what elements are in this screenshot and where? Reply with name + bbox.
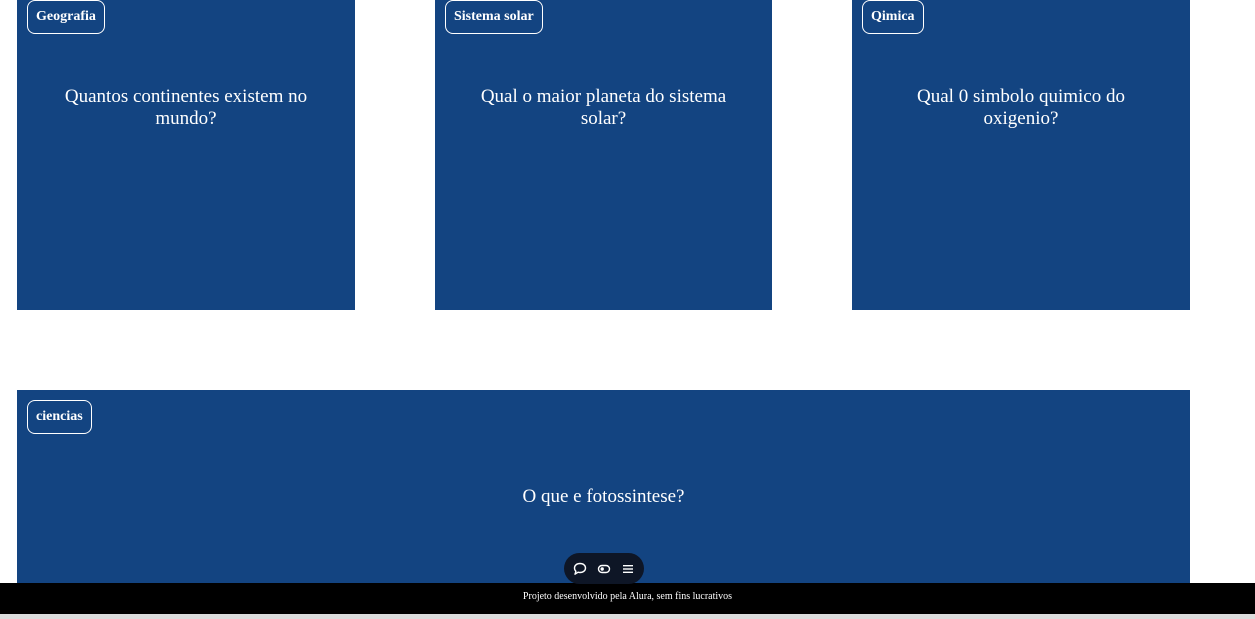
flashcard-qimica[interactable]: Qimica Qual 0 simbolo quimico do oxigeni…	[852, 0, 1190, 310]
category-tag: ciencias	[27, 400, 92, 434]
card-question: Quantos continentes existem no mundo?	[64, 86, 308, 129]
card-question: O que e fotossintese?	[522, 486, 685, 507]
menu-button[interactable]	[620, 561, 636, 577]
menu-icon	[623, 564, 633, 573]
floating-toolbar	[564, 553, 644, 584]
category-tag: Geografia	[27, 0, 105, 34]
toggle-button[interactable]	[596, 561, 612, 577]
bottom-strip	[0, 614, 1255, 619]
card-question: Qual o maior planeta do sistema solar?	[480, 86, 727, 129]
toggle-icon	[597, 564, 611, 573]
footer-text: Projeto desenvolvido pela Alura, sem fin…	[522, 591, 733, 602]
category-tag: Sistema solar	[445, 0, 543, 34]
page-footer: Projeto desenvolvido pela Alura, sem fin…	[0, 583, 1255, 614]
flashcard-geografia[interactable]: Geografia Quantos continentes existem no…	[17, 0, 355, 310]
comment-button[interactable]	[572, 561, 588, 577]
category-tag: Qimica	[862, 0, 924, 34]
comment-icon	[573, 562, 587, 575]
flashcard-sistema-solar[interactable]: Sistema solar Qual o maior planeta do si…	[435, 0, 772, 310]
card-question: Qual 0 simbolo quimico do oxigenio?	[917, 86, 1125, 129]
